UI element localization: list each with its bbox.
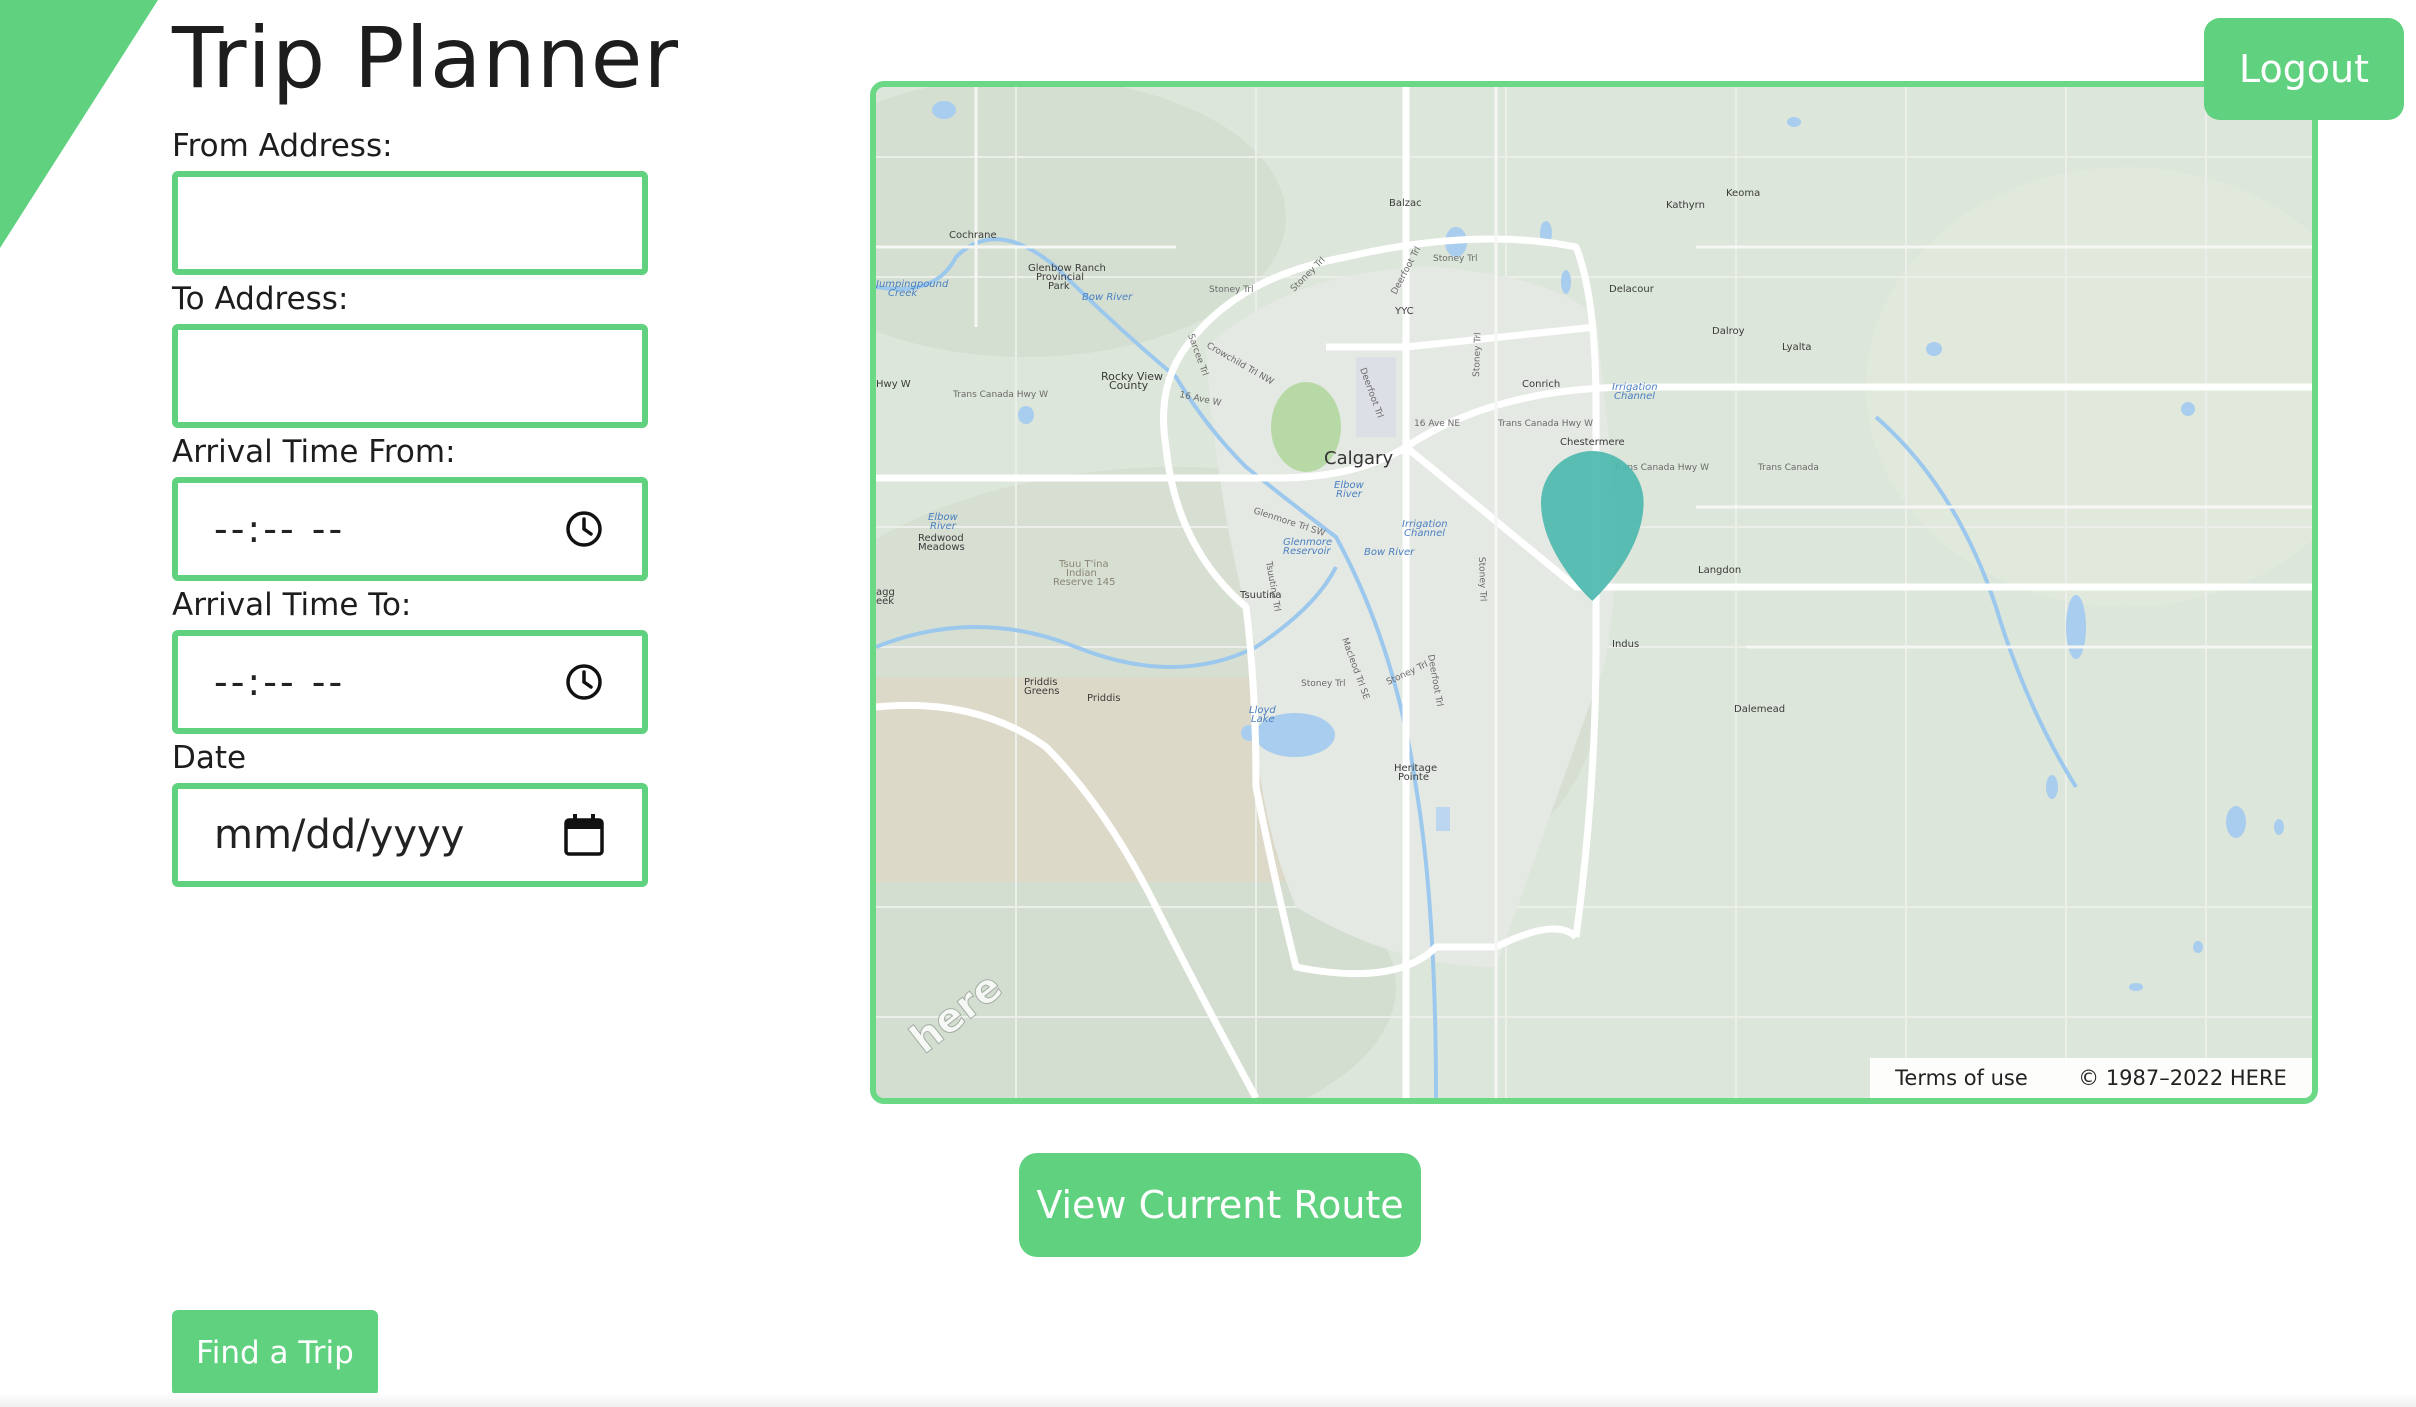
road-label: Trans Canada Hwy W	[1497, 419, 1593, 429]
road-label: 16 Ave NE	[1414, 419, 1460, 429]
arrival-time-to-label: Arrival Time To:	[172, 587, 412, 623]
road-label: Stoney Trl	[1476, 557, 1488, 602]
map-copyright: © 1987–2022 HERE	[2078, 1066, 2287, 1090]
to-address-input[interactable]	[214, 330, 606, 422]
date-input[interactable]: mm/dd/yyyy	[172, 783, 648, 887]
page-bottom-edge	[0, 1393, 2416, 1407]
place-label: Reserve 145	[1053, 577, 1115, 588]
map-attribution: Terms of use © 1987–2022 HERE	[1870, 1058, 2312, 1098]
place-label: Langdon	[1698, 565, 1741, 576]
logout-button[interactable]: Logout	[2204, 18, 2404, 120]
place-label: River	[930, 521, 957, 532]
from-address-field[interactable]	[172, 171, 648, 275]
place-label: Dalemead	[1734, 704, 1785, 715]
find-a-trip-button[interactable]: Find a Trip	[172, 1310, 378, 1396]
from-address-label: From Address:	[172, 128, 393, 164]
road-label: Stoney Trl	[1433, 254, 1478, 264]
map-canvas[interactable]: Balzac Kathyrn Keoma Cochrane Glenbow Ra…	[876, 87, 2312, 1098]
road-label: Trans Canada Hwy W	[952, 390, 1048, 400]
place-label: YYC	[1394, 306, 1414, 317]
view-current-route-button[interactable]: View Current Route	[1019, 1153, 1421, 1257]
road-label: Stoney Trl	[1472, 332, 1484, 377]
place-label: Indus	[1612, 639, 1639, 650]
arrival-time-from-label: Arrival Time From:	[172, 434, 456, 470]
from-address-input[interactable]	[214, 177, 606, 269]
place-label: Balzac	[1389, 198, 1422, 209]
date-label: Date	[172, 740, 247, 776]
place-label: River	[1336, 489, 1363, 500]
place-label: Channel	[1614, 391, 1655, 402]
place-label: Chestermere	[1560, 437, 1625, 448]
place-label: Park	[1048, 281, 1070, 292]
place-label: Bow River	[1364, 547, 1415, 558]
to-address-field[interactable]	[172, 324, 648, 428]
place-label: Conrich	[1522, 379, 1560, 390]
place-label: Keoma	[1726, 188, 1760, 199]
place-label: Creek	[888, 288, 918, 299]
road-label: Trans Canada	[1757, 463, 1819, 473]
place-label: Reservoir	[1283, 546, 1331, 557]
place-label: County	[1109, 379, 1149, 392]
road-label: Stoney Trl	[1209, 285, 1254, 295]
place-label: Channel	[1404, 528, 1445, 539]
calendar-icon[interactable]	[562, 813, 606, 857]
place-label: Delacour	[1609, 284, 1655, 295]
map-view[interactable]: Balzac Kathyrn Keoma Cochrane Glenbow Ra…	[870, 81, 2318, 1104]
place-label: Priddis	[1087, 693, 1120, 704]
corner-decoration	[0, 0, 158, 248]
page-title: Trip Planner	[172, 9, 680, 107]
place-label: Lake	[1251, 714, 1275, 725]
arrival-time-to-value: --:-- --	[214, 660, 346, 704]
date-value: mm/dd/yyyy	[214, 812, 465, 858]
place-label: eek	[876, 596, 894, 607]
place-label: Greens	[1024, 686, 1060, 697]
arrival-time-from-value: --:-- --	[214, 507, 346, 551]
place-label: Dalroy	[1712, 326, 1745, 337]
place-label-calgary: Calgary	[1324, 448, 1393, 469]
place-label: Pointe	[1398, 772, 1429, 783]
place-label: Meadows	[918, 542, 965, 553]
clock-icon[interactable]	[562, 507, 606, 551]
arrival-time-from-input[interactable]: --:-- --	[172, 477, 648, 581]
place-label: Kathyrn	[1666, 200, 1705, 211]
terms-of-use-link[interactable]: Terms of use	[1895, 1066, 2028, 1090]
place-label: Cochrane	[949, 230, 997, 241]
arrival-time-to-input[interactable]: --:-- --	[172, 630, 648, 734]
clock-icon[interactable]	[562, 660, 606, 704]
place-label: Hwy W	[876, 379, 911, 390]
road-label: Stoney Trl	[1301, 679, 1346, 689]
to-address-label: To Address:	[172, 281, 349, 317]
place-label: Lyalta	[1782, 342, 1812, 353]
place-label: Bow River	[1082, 292, 1133, 303]
